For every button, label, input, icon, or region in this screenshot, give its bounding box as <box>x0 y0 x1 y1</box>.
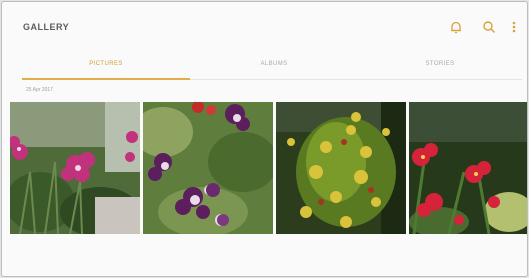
tab-pictures[interactable]: PICTURES <box>22 54 190 78</box>
date-header: 25 Apr 2017 <box>26 87 53 93</box>
photo-thumbnail-pink-flowers[interactable] <box>10 102 140 234</box>
bell-icon[interactable] <box>449 20 463 34</box>
tab-bar: PICTURES ALBUMS STORIES <box>22 54 522 80</box>
app-title: GALLERY <box>23 22 70 32</box>
tab-albums[interactable]: ALBUMS <box>190 54 358 78</box>
photo-thumbnail-purple-columbine[interactable] <box>143 102 273 234</box>
gallery-window: GALLERY PICTURES ALBUMS STORIES 25 Apr 2… <box>1 1 528 277</box>
photo-thumbnail-red-flowers[interactable] <box>409 102 527 234</box>
search-icon[interactable] <box>482 20 496 34</box>
tab-selected-indicator <box>22 78 190 80</box>
more-options-icon[interactable] <box>510 20 518 34</box>
tab-stories[interactable]: STORIES <box>358 54 522 78</box>
photo-grid <box>10 102 527 234</box>
photo-thumbnail-yellow-shrub[interactable] <box>276 102 406 234</box>
